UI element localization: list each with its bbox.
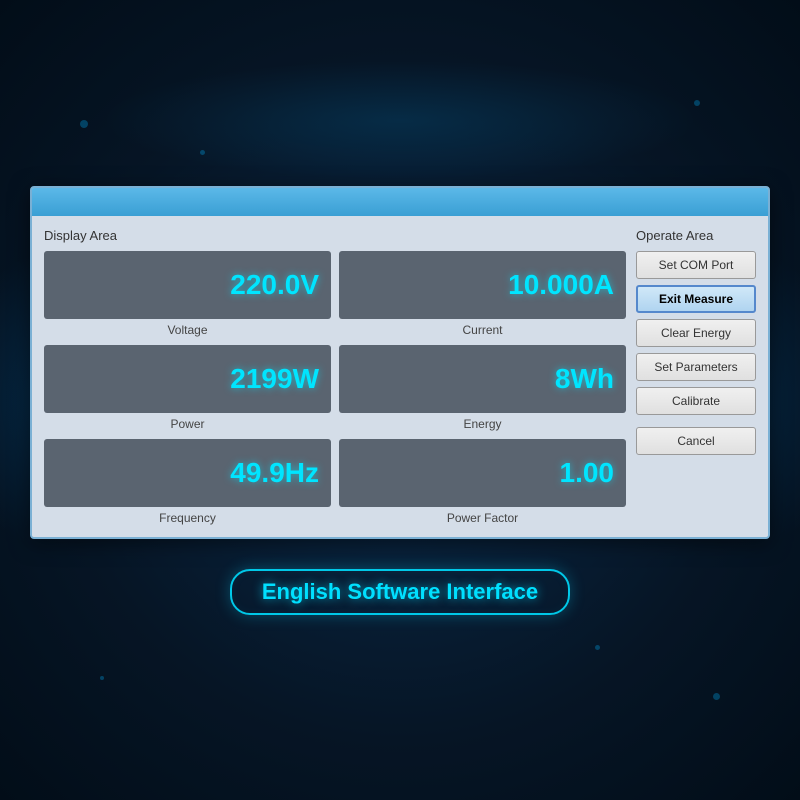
- power-value: 2199W: [230, 363, 319, 395]
- title-bar: [32, 188, 768, 216]
- frequency-display: 49.9Hz: [44, 439, 331, 507]
- voltage-value: 220.0V: [230, 269, 319, 301]
- cancel-button[interactable]: Cancel: [636, 427, 756, 455]
- current-value: 10.000A: [508, 269, 614, 301]
- voltage-cell: 220.0V Voltage: [44, 251, 331, 337]
- display-area: Display Area 220.0V Voltage 10.000A Curr…: [44, 228, 626, 525]
- set-parameters-button[interactable]: Set Parameters: [636, 353, 756, 381]
- window-content: Display Area 220.0V Voltage 10.000A Curr…: [32, 216, 768, 537]
- power-label: Power: [170, 417, 204, 431]
- current-cell: 10.000A Current: [339, 251, 626, 337]
- metrics-grid: 220.0V Voltage 10.000A Current 2199W: [44, 251, 626, 525]
- energy-label: Energy: [463, 417, 501, 431]
- current-label: Current: [462, 323, 502, 337]
- op-buttons: Set COM Port Exit Measure Clear Energy S…: [636, 251, 756, 455]
- power-display: 2199W: [44, 345, 331, 413]
- display-area-label: Display Area: [44, 228, 626, 243]
- current-display: 10.000A: [339, 251, 626, 319]
- operate-area: Operate Area Set COM Port Exit Measure C…: [636, 228, 756, 525]
- set-com-port-button[interactable]: Set COM Port: [636, 251, 756, 279]
- clear-energy-button[interactable]: Clear Energy: [636, 319, 756, 347]
- power-factor-label: Power Factor: [447, 511, 518, 525]
- bottom-label-container: English Software Interface: [230, 569, 570, 615]
- energy-display: 8Wh: [339, 345, 626, 413]
- bottom-label: English Software Interface: [230, 569, 570, 615]
- operate-area-label: Operate Area: [636, 228, 756, 243]
- energy-value: 8Wh: [555, 363, 614, 395]
- frequency-value: 49.9Hz: [230, 457, 319, 489]
- power-cell: 2199W Power: [44, 345, 331, 431]
- power-factor-value: 1.00: [560, 457, 615, 489]
- frequency-cell: 49.9Hz Frequency: [44, 439, 331, 525]
- power-factor-display: 1.00: [339, 439, 626, 507]
- voltage-label: Voltage: [167, 323, 207, 337]
- frequency-label: Frequency: [159, 511, 216, 525]
- voltage-display: 220.0V: [44, 251, 331, 319]
- main-window: Display Area 220.0V Voltage 10.000A Curr…: [30, 186, 770, 539]
- energy-cell: 8Wh Energy: [339, 345, 626, 431]
- exit-measure-button[interactable]: Exit Measure: [636, 285, 756, 313]
- calibrate-button[interactable]: Calibrate: [636, 387, 756, 415]
- power-factor-cell: 1.00 Power Factor: [339, 439, 626, 525]
